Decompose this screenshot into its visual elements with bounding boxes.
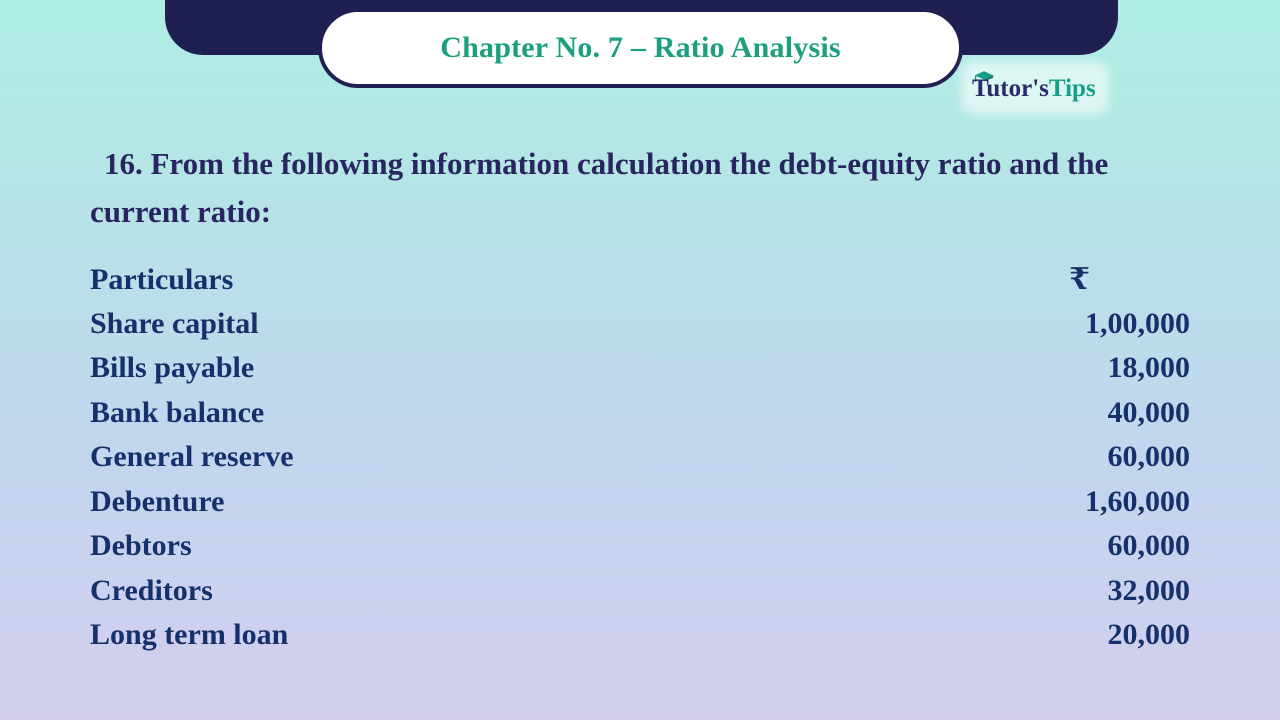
row-value: 60,000 <box>1107 529 1191 562</box>
logo-wordmark: Tutor'sTips <box>972 76 1096 101</box>
brand-logo: Tutor'sTips <box>968 68 1102 108</box>
table-row: Debtors 60,000 <box>90 529 1190 574</box>
row-value: 18,000 <box>1107 351 1191 384</box>
question-text: 16. From the following information calcu… <box>90 146 1109 230</box>
row-value: 1,60,000 <box>1085 484 1190 518</box>
row-label: General reserve <box>90 440 294 473</box>
row-label: Long term loan <box>90 618 289 651</box>
row-label: Share capital <box>90 306 259 340</box>
table-row: Debenture 1,60,000 <box>90 485 1190 530</box>
row-label: Debtors <box>90 529 192 562</box>
chapter-title-pill: Chapter No. 7 – Ratio Analysis <box>318 8 963 88</box>
table-row: Bank balance 40,000 <box>90 396 1190 441</box>
column-header-particulars: Particulars <box>90 263 234 296</box>
chapter-title: Chapter No. 7 – Ratio Analysis <box>440 31 841 64</box>
logo-text-tips: Tips <box>1048 74 1096 102</box>
row-label: Bills payable <box>90 351 255 384</box>
table-row: Bills payable 18,000 <box>90 351 1190 396</box>
row-label: Creditors <box>90 573 213 607</box>
table-row: Creditors 32,000 <box>90 574 1190 619</box>
row-label: Bank balance <box>90 395 265 429</box>
table-row: General reserve 60,000 <box>90 440 1190 485</box>
row-value: 60,000 <box>1107 440 1191 473</box>
column-header-currency: ₹ <box>1069 263 1090 296</box>
table-row: Long term loan 20,000 <box>90 618 1190 663</box>
table-row: Share capital 1,00,000 <box>90 307 1190 352</box>
logo-text-tutors: Tutor's <box>972 74 1049 102</box>
particulars-table: Particulars ₹ Share capital 1,00,000 Bil… <box>90 262 1190 663</box>
row-label: Debenture <box>90 484 225 518</box>
row-value: 1,00,000 <box>1085 306 1190 340</box>
row-value: 20,000 <box>1107 618 1191 651</box>
table-header-row: Particulars ₹ <box>90 262 1190 307</box>
row-value: 40,000 <box>1107 395 1191 429</box>
row-value: 32,000 <box>1107 573 1191 607</box>
